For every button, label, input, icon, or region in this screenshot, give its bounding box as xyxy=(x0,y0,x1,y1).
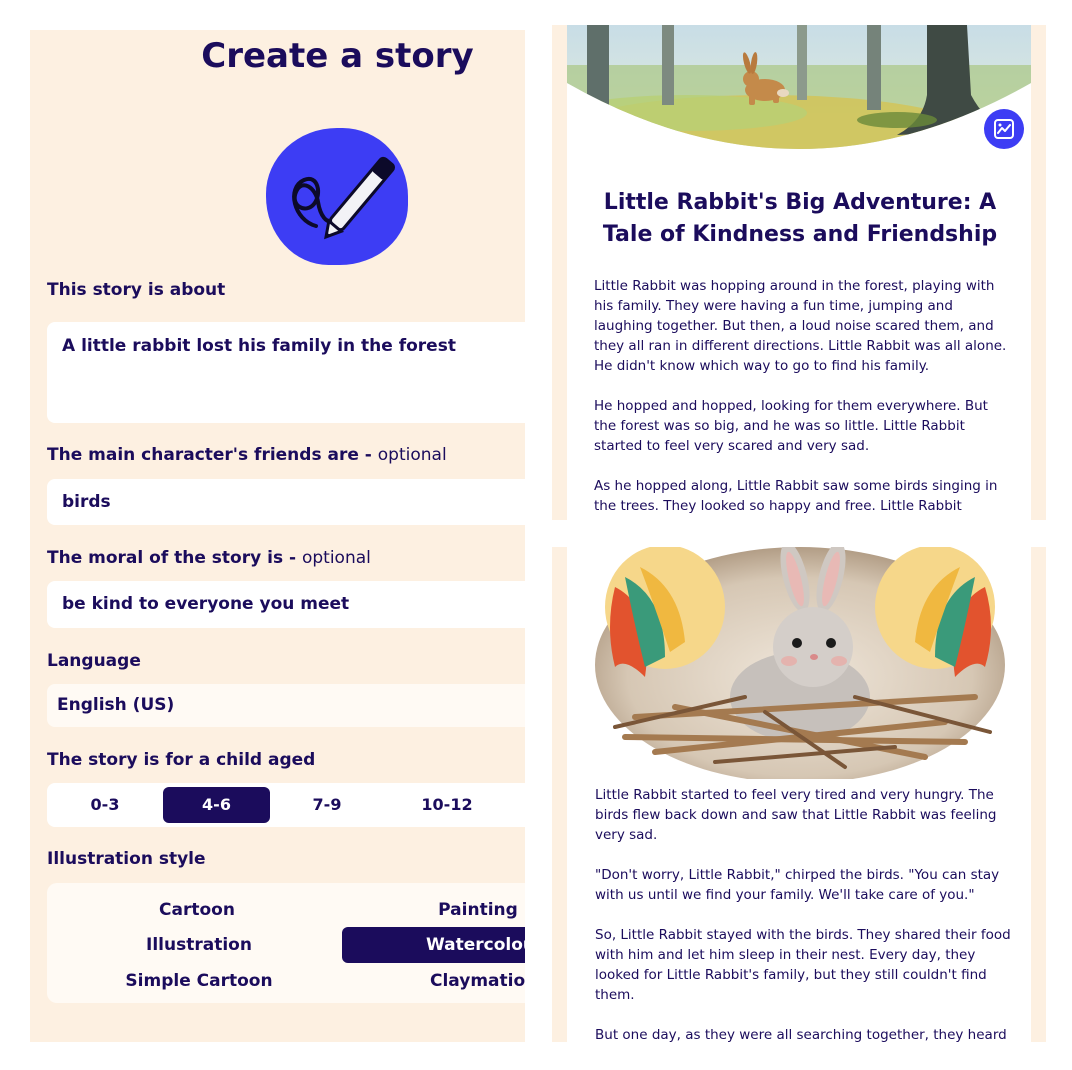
about-label: This story is about xyxy=(47,280,226,300)
friends-input[interactable]: birds xyxy=(47,479,525,525)
story-text-page-1: Little Rabbit was hopping around in the … xyxy=(594,276,1014,520)
style-option[interactable]: Painting xyxy=(378,892,525,928)
friends-label: The main character's friends are - optio… xyxy=(47,445,447,465)
create-story-panel: Create a story This story is about A lit… xyxy=(30,30,525,1042)
forest-rabbit-illustration xyxy=(567,25,1031,149)
style-label: Illustration style xyxy=(47,849,206,869)
story-paragraph: So, Little Rabbit stayed with the birds.… xyxy=(595,927,1011,1003)
story-paragraph: Little Rabbit was hopping around in the … xyxy=(594,278,1007,374)
story-paragraph: But one day, as they were all searching … xyxy=(595,1027,1007,1042)
story-paragraph: He hopped and hopped, looking for them e… xyxy=(594,398,988,454)
story-page-2: Little Rabbit started to feel very tired… xyxy=(552,547,1046,1042)
age-option[interactable]: 7-9 xyxy=(277,787,377,823)
moral-label: The moral of the story is - optional xyxy=(47,548,371,568)
rabbit-in-nest-illustration xyxy=(595,547,1005,779)
age-label: The story is for a child aged xyxy=(47,750,316,770)
optional-tag: optional xyxy=(301,548,371,568)
age-option[interactable]: 10-12 xyxy=(392,787,502,823)
image-edit-button[interactable] xyxy=(984,109,1024,149)
language-label: Language xyxy=(47,651,141,671)
story-card: Little Rabbit started to feel very tired… xyxy=(567,547,1031,1042)
about-textarea[interactable]: A little rabbit lost his family in the f… xyxy=(47,322,525,423)
story-page-1: Little Rabbit's Big Adventure: A Tale of… xyxy=(552,25,1046,520)
story-text-page-2: Little Rabbit started to feel very tired… xyxy=(595,785,1015,1042)
age-selector: 0-3 4-6 7-9 10-12 xyxy=(47,783,525,827)
style-option[interactable]: Illustration xyxy=(97,927,301,963)
story-paragraph: "Don't worry, Little Rabbit," chirped th… xyxy=(595,867,1000,903)
story-card: Little Rabbit's Big Adventure: A Tale of… xyxy=(567,25,1031,520)
story-paragraph: As he hopped along, Little Rabbit saw so… xyxy=(594,478,998,520)
moral-input[interactable]: be kind to everyone you meet xyxy=(47,581,525,628)
age-option[interactable]: 0-3 xyxy=(55,787,155,823)
style-option-selected[interactable]: Watercolour xyxy=(342,927,525,963)
style-option[interactable]: Cartoon xyxy=(97,892,297,928)
style-option[interactable]: Claymation xyxy=(378,963,525,999)
story-paragraph: Little Rabbit started to feel very tired… xyxy=(595,787,997,843)
moral-label-text: The moral of the story is - xyxy=(47,548,302,568)
language-select[interactable]: English (US) xyxy=(47,684,525,727)
friends-label-text: The main character's friends are - xyxy=(47,445,378,465)
age-option-selected[interactable]: 4-6 xyxy=(163,787,270,823)
image-edit-icon xyxy=(994,119,1014,139)
style-selector: Cartoon Painting Illustration Watercolou… xyxy=(47,883,525,1003)
page-title: Create a story xyxy=(201,36,474,76)
story-title: Little Rabbit's Big Adventure: A Tale of… xyxy=(602,190,998,247)
optional-tag: optional xyxy=(377,445,447,465)
pen-scribble-icon xyxy=(266,128,408,265)
style-option[interactable]: Simple Cartoon xyxy=(97,963,301,999)
